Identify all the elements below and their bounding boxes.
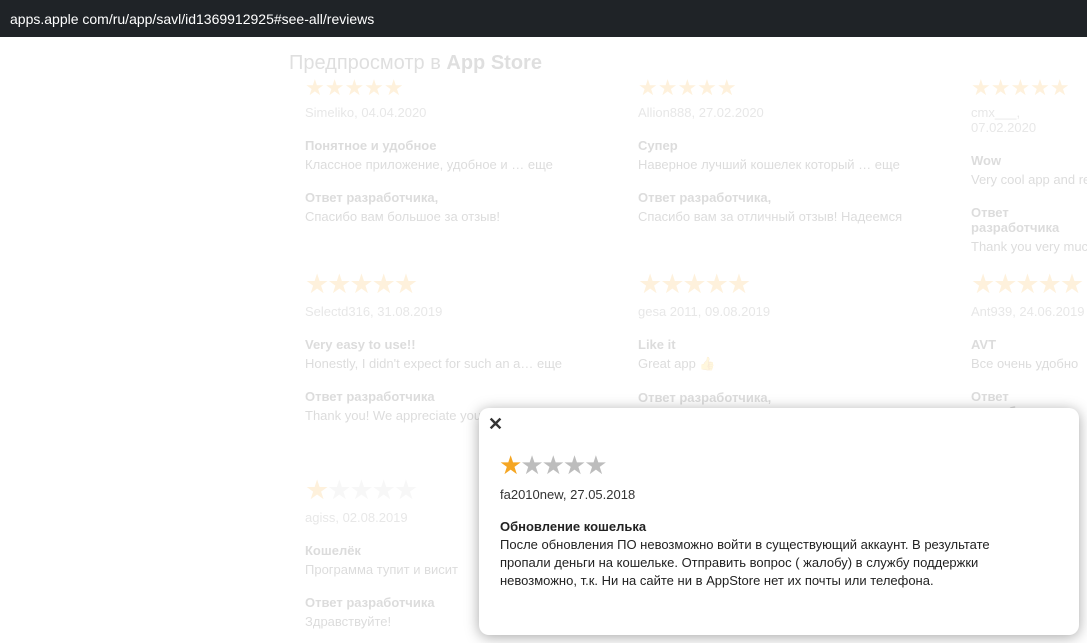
review-title: Супер — [638, 138, 678, 153]
developer-response-title: Ответ разработчика, — [305, 190, 439, 205]
review-author-date: cmx___, 07.02.2020 — [971, 105, 1037, 135]
review-author-date: agiss, 02.08.2019 — [305, 510, 408, 525]
page-title: Предпросмотр в App Store — [289, 52, 542, 74]
review-card[interactable]: ★★★★★ agiss, 02.08.2019 Кошелёк Программ… — [305, 475, 475, 630]
review-body: Все очень удобно — [971, 356, 1079, 371]
review-body: Great app 👍 — [638, 356, 716, 371]
developer-response: Здравствуйте! — [305, 614, 392, 629]
review-title: AVT — [971, 337, 997, 352]
review-title: Понятное и удобное — [305, 138, 437, 153]
developer-response: Спасибо вам большое за отзыв! — [305, 209, 501, 224]
review-author-date: gesa 2011, 09.08.2019 — [638, 304, 771, 319]
star-filled-icon: ★ — [499, 450, 522, 480]
rating-stars: ★★★★★ — [971, 75, 1070, 100]
developer-response-title: Ответ разработчика — [971, 205, 1060, 235]
rating-stars: ★★★★★ — [305, 75, 404, 100]
review-card[interactable]: ★★★★★ gesa 2011, 09.08.2019 Like it Grea… — [638, 271, 938, 409]
developer-response: Thank you very muc — [971, 239, 1087, 254]
review-author-date: Selectd316, 31.08.2019 — [305, 304, 443, 319]
rating-stars: ★★★★★ — [638, 75, 737, 100]
review-title: Wow — [971, 153, 1002, 168]
review-body: Классное приложение, удобное и … еще — [305, 157, 553, 172]
review-title: Very easy to use!! — [305, 337, 416, 352]
developer-response: Спасибо вам за отличный отзыв! Надеемся — [638, 209, 903, 224]
close-icon[interactable]: ✕ — [488, 415, 503, 433]
review-body: Very cool app and re — [971, 172, 1087, 187]
review-body: Honestly, I didn't expect for such an a…… — [305, 356, 563, 371]
developer-response-title: Ответ разработчика — [305, 595, 435, 610]
developer-response-title: Ответ разработчика — [305, 389, 435, 404]
rating-stars: ★★★★★ — [499, 450, 608, 480]
url-text[interactable]: apps.apple com/ru/app/savl/id1369912925#… — [10, 11, 374, 27]
review-card[interactable]: ★★★★★ Ant939, 24.06.2019 AVT Все очень у… — [971, 271, 1087, 423]
address-bar[interactable]: apps.apple com/ru/app/savl/id1369912925#… — [0, 0, 1087, 37]
review-title: Обновление кошелька — [500, 519, 647, 534]
review-title: Кошелёк — [305, 543, 361, 558]
review-author-date: Allion888, 27.02.2020 — [638, 105, 764, 120]
review-card[interactable]: ★★★★★ Allion888, 27.02.2020 Супер Наверн… — [638, 75, 938, 225]
rating-stars: ★★★★★ — [305, 269, 418, 299]
review-title: Like it — [638, 337, 676, 352]
review-author-date: fa2010new, 27.05.2018 — [500, 487, 636, 502]
rating-stars: ★★★★★ — [638, 269, 751, 299]
developer-response-title: Ответ разработчика, — [638, 190, 772, 205]
review-body: Наверное лучший кошелек который … еще — [638, 157, 900, 172]
review-card[interactable]: ★★★★★ Selectd316, 31.08.2019 Very easy t… — [305, 269, 605, 424]
rating-stars: ★★★★★ — [305, 475, 418, 505]
review-card[interactable]: ★★★★★ cmx___, 07.02.2020 Wow Very cool a… — [971, 75, 1087, 255]
review-body: Программа тупит и висит — [305, 562, 458, 577]
review-author-date: Simeliko, 04.04.2020 — [305, 105, 427, 120]
review-body: После обновления ПО невозможно войти в с… — [500, 537, 990, 588]
review-detail-modal: ✕ ★★★★★ fa2010new, 27.05.2018 Обновление… — [479, 408, 1079, 635]
rating-stars: ★★★★★ — [971, 269, 1084, 299]
star-empty-icon: ★★★★ — [520, 450, 607, 480]
developer-response-title: Ответ разработчика, — [638, 390, 772, 405]
review-card[interactable]: ★★★★★ Simeliko, 04.04.2020 Понятное и уд… — [305, 75, 605, 225]
review-author-date: Ant939, 24.06.2019 — [971, 304, 1085, 319]
